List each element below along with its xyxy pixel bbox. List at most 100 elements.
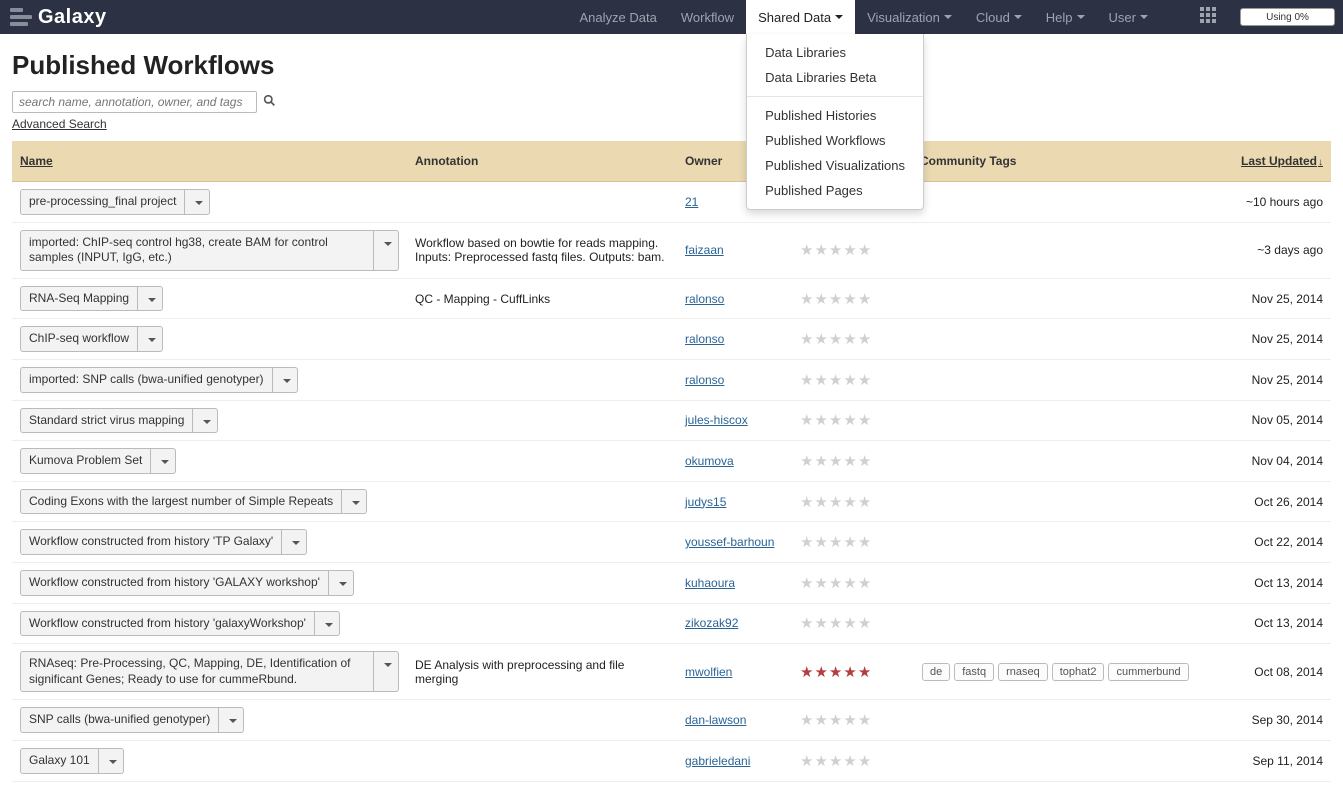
owner-link[interactable]: faizaan — [677, 222, 792, 278]
nav-cloud[interactable]: Cloud — [964, 0, 1034, 34]
tags-cell — [912, 278, 1221, 319]
nav-visualization[interactable]: Visualization — [855, 0, 964, 34]
brand-text: Galaxy — [38, 6, 107, 29]
owner-link[interactable]: judys15 — [677, 481, 792, 522]
table-row: Galaxy 101gabrieledani★★★★★Sep 11, 2014 — [12, 740, 1331, 781]
workflow-dropdown-toggle[interactable] — [282, 529, 307, 555]
owner-link[interactable]: zikozak92 — [677, 603, 792, 644]
workflow-dropdown-toggle[interactable] — [315, 611, 340, 637]
workflow-name-button[interactable]: Coding Exons with the largest number of … — [20, 489, 342, 515]
workflow-name-button[interactable]: Standard strict virus mapping — [20, 408, 193, 434]
workflow-dropdown-toggle[interactable] — [185, 189, 210, 215]
workflow-dropdown-toggle[interactable] — [374, 651, 399, 692]
workflow-name-button[interactable]: Workflow constructed from history 'GALAX… — [20, 570, 329, 596]
star-rating[interactable]: ★★★★★ — [800, 614, 871, 632]
workflow-dropdown-toggle[interactable] — [273, 367, 298, 393]
dropdown-published-pages[interactable]: Published Pages — [747, 178, 923, 203]
search-input[interactable] — [12, 91, 257, 113]
dropdown-published-visualizations[interactable]: Published Visualizations — [747, 153, 923, 178]
workflow-dropdown-toggle[interactable] — [374, 230, 399, 271]
workflow-dropdown-toggle[interactable] — [329, 570, 354, 596]
nav-label: Visualization — [867, 10, 940, 25]
star-icon: ★ — [800, 330, 813, 348]
tag[interactable]: tophat2 — [1052, 663, 1105, 681]
table-header-row: Name Annotation Owner Community Rating C… — [12, 141, 1331, 182]
owner-link[interactable]: mwolfien — [677, 644, 792, 700]
workflow-name-button[interactable]: Kumova Problem Set — [20, 448, 151, 474]
workflow-name-button[interactable]: imported: ChIP-seq control hg38, create … — [20, 230, 374, 271]
workflow-name-button[interactable]: ChIP-seq workflow — [20, 326, 138, 352]
tag[interactable]: cummerbund — [1108, 663, 1188, 681]
galaxy-logo-icon — [10, 8, 32, 26]
star-rating[interactable]: ★★★★★ — [800, 533, 871, 551]
star-icon: ★ — [829, 574, 842, 592]
star-rating[interactable]: ★★★★★ — [800, 493, 871, 511]
owner-link[interactable]: youssef-barhoun — [677, 522, 792, 563]
advanced-search-link[interactable]: Advanced Search — [12, 117, 107, 131]
workflow-dropdown-toggle[interactable] — [151, 448, 176, 474]
owner-link[interactable]: ralonso — [677, 319, 792, 360]
workflow-name-button[interactable]: pre-processing_final project — [20, 189, 185, 215]
workflow-name-button[interactable]: SNP calls (bwa-unified genotyper) — [20, 707, 219, 733]
owner-link[interactable]: gabrieledani — [677, 740, 792, 781]
workflow-name-button[interactable]: RNA-Seq Mapping — [20, 286, 138, 312]
workflow-name-button[interactable]: imported: SNP calls (bwa-unified genotyp… — [20, 367, 273, 393]
caret-down-icon — [292, 541, 300, 545]
star-rating[interactable]: ★★★★★ — [800, 330, 871, 348]
dropdown-data-libraries[interactable]: Data Libraries — [747, 40, 923, 65]
tag[interactable]: de — [922, 663, 950, 681]
owner-link[interactable]: kuhaoura — [677, 562, 792, 603]
tag[interactable]: fastq — [954, 663, 994, 681]
star-rating[interactable]: ★★★★★ — [800, 241, 871, 259]
workflow-name-button[interactable]: Workflow constructed from history 'galax… — [20, 611, 315, 637]
owner-link[interactable]: dan-lawson — [677, 700, 792, 741]
owner-link[interactable]: jules-hiscox — [677, 400, 792, 441]
workflow-dropdown-toggle[interactable] — [138, 326, 163, 352]
col-updated[interactable]: Last Updated↓ — [1221, 141, 1331, 182]
star-rating[interactable]: ★★★★★ — [800, 711, 871, 729]
dropdown-published-histories[interactable]: Published Histories — [747, 103, 923, 128]
owner-link[interactable]: ralonso — [677, 359, 792, 400]
name-cell: RNA-Seq Mapping — [12, 278, 407, 319]
workflow-dropdown-toggle[interactable] — [219, 707, 244, 733]
nav-analyze-data[interactable]: Analyze Data — [568, 0, 669, 34]
star-rating[interactable]: ★★★★★ — [800, 290, 871, 308]
owner-link[interactable]: ralonso — [677, 278, 792, 319]
star-icon: ★ — [829, 330, 842, 348]
dropdown-data-libraries-beta[interactable]: Data Libraries Beta — [747, 65, 923, 90]
nav-shared-data[interactable]: Shared Data Data Libraries Data Librarie… — [746, 0, 855, 34]
dropdown-published-workflows[interactable]: Published Workflows — [747, 128, 923, 153]
annotation-cell — [407, 359, 677, 400]
usage-meter[interactable]: Using 0% — [1240, 8, 1335, 26]
star-rating[interactable]: ★★★★★ — [800, 574, 871, 592]
workflow-name-button[interactable]: Galaxy 101 — [20, 748, 99, 774]
col-name[interactable]: Name — [12, 141, 407, 182]
star-icon: ★ — [843, 452, 856, 470]
star-rating[interactable]: ★★★★★ — [800, 752, 871, 770]
star-rating[interactable]: ★★★★★ — [800, 371, 871, 389]
tags-cell — [912, 359, 1221, 400]
star-icon: ★ — [858, 663, 871, 681]
nav-workflow[interactable]: Workflow — [669, 0, 746, 34]
col-tags: Community Tags — [912, 141, 1221, 182]
scratchbook-grid-icon[interactable] — [1200, 7, 1220, 27]
nav-user[interactable]: User — [1097, 0, 1160, 34]
search-icon[interactable] — [263, 94, 276, 110]
workflow-name-button[interactable]: RNAseq: Pre-Processing, QC, Mapping, DE,… — [20, 651, 374, 692]
table-row: RNA-Seq MappingQC - Mapping - CuffLinksr… — [12, 278, 1331, 319]
caret-down-icon — [384, 242, 392, 246]
workflow-name-button[interactable]: Workflow constructed from history 'TP Ga… — [20, 529, 282, 555]
star-icon: ★ — [814, 241, 827, 259]
nav-help[interactable]: Help — [1034, 0, 1097, 34]
workflow-dropdown-toggle[interactable] — [193, 408, 218, 434]
workflow-dropdown-toggle[interactable] — [138, 286, 163, 312]
star-rating[interactable]: ★★★★★ — [800, 452, 871, 470]
star-icon: ★ — [843, 330, 856, 348]
tag[interactable]: rnaseq — [998, 663, 1048, 681]
star-rating[interactable]: ★★★★★ — [800, 663, 871, 681]
star-rating[interactable]: ★★★★★ — [800, 411, 871, 429]
owner-link[interactable]: okumova — [677, 441, 792, 482]
workflow-dropdown-toggle[interactable] — [99, 748, 124, 774]
brand-logo[interactable]: Galaxy — [0, 6, 117, 29]
workflow-dropdown-toggle[interactable] — [342, 489, 367, 515]
